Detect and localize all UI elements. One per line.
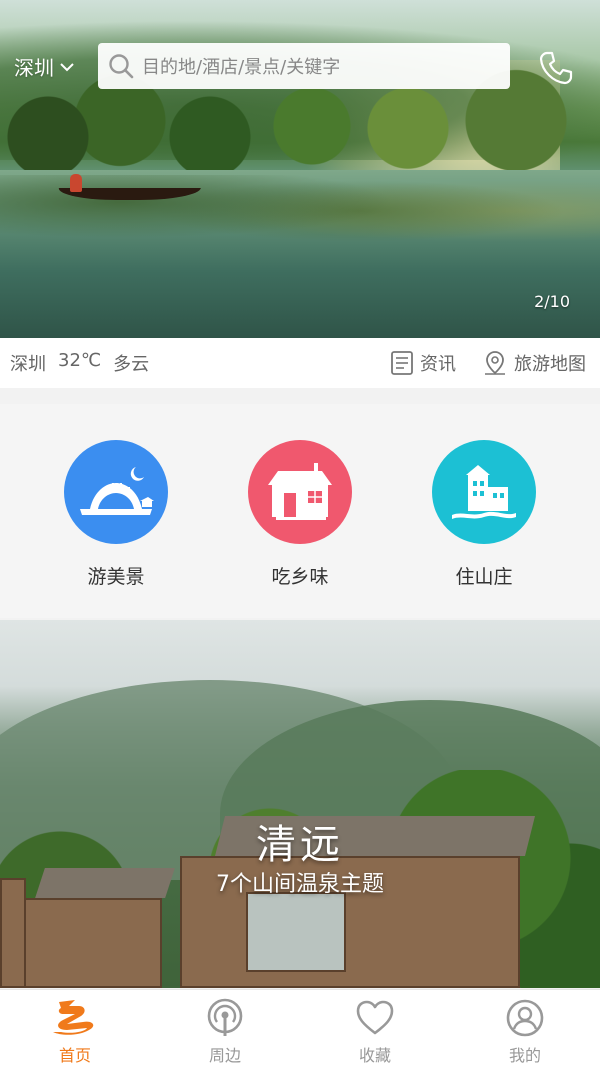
- weather-info: 深圳 32℃ 多云: [10, 350, 149, 376]
- category-grid: 游美景 吃乡味 住山庄: [0, 404, 600, 618]
- travel-map-label: 旅游地图: [514, 354, 586, 375]
- feature-subtitle: 7个山间温泉主题: [216, 872, 384, 897]
- feature-hut: [22, 898, 162, 988]
- tab-nearby-label: 周边: [208, 1046, 241, 1065]
- heart-icon: [356, 1000, 394, 1035]
- category-lodging-circle: [432, 440, 536, 544]
- map-pin-icon: [485, 351, 505, 375]
- tab-home-label: 首页: [58, 1046, 91, 1065]
- banner-pager: 2/10: [534, 292, 570, 311]
- tab-favorites[interactable]: 收藏: [300, 990, 450, 1067]
- tab-home[interactable]: 首页: [0, 990, 150, 1067]
- search-placeholder: 目的地/酒店/景点/关键字: [142, 57, 341, 78]
- feature-hut-window: [246, 892, 346, 972]
- tab-nearby[interactable]: 周边: [150, 990, 300, 1067]
- house-icon: [268, 463, 332, 520]
- user-icon: [506, 999, 544, 1037]
- hero-boatman: [70, 174, 82, 192]
- phone-icon[interactable]: [538, 50, 574, 86]
- weather-condition: 多云: [113, 354, 150, 375]
- news-link[interactable]: 资讯: [390, 350, 456, 376]
- category-lodging[interactable]: 住山庄: [414, 440, 554, 618]
- nearby-icon: [207, 998, 243, 1036]
- feature-banner[interactable]: 清远 7个山间温泉主题: [0, 620, 600, 988]
- feature-title: 清远: [256, 822, 344, 868]
- tab-favorites-label: 收藏: [358, 1046, 391, 1065]
- tab-profile[interactable]: 我的: [450, 990, 600, 1067]
- home-logo-icon: [53, 1000, 94, 1035]
- info-bar: 深圳 32℃ 多云 资讯 旅游地图: [0, 338, 600, 388]
- tab-profile-label: 我的: [508, 1046, 541, 1065]
- bottom-tab-bar: 首页 周边 收藏 我的: [0, 989, 600, 1067]
- category-scenery[interactable]: 游美景: [46, 440, 186, 618]
- city-selector[interactable]: 深圳: [14, 52, 74, 81]
- category-food-circle: [248, 440, 352, 544]
- weather-city: 深圳: [10, 354, 46, 375]
- search-icon: [109, 54, 134, 79]
- weather-temperature: 32℃: [58, 350, 102, 371]
- category-scenery-circle: [64, 440, 168, 544]
- search-input[interactable]: 目的地/酒店/景点/关键字: [98, 43, 510, 89]
- hero-banner[interactable]: 深圳 目的地/酒店/景点/关键字 2/10: [0, 0, 600, 338]
- news-label: 资讯: [420, 354, 456, 375]
- villa-icon: [452, 465, 516, 519]
- news-icon: [391, 351, 413, 375]
- category-food-label: 吃乡味: [271, 566, 329, 588]
- bridge-moon-icon: [80, 467, 154, 515]
- travel-map-link[interactable]: 旅游地图: [482, 350, 586, 376]
- chevron-down-icon: [60, 62, 74, 71]
- city-label: 深圳: [14, 56, 54, 80]
- category-food[interactable]: 吃乡味: [230, 440, 370, 618]
- category-scenery-label: 游美景: [87, 566, 145, 588]
- category-lodging-label: 住山庄: [455, 566, 513, 588]
